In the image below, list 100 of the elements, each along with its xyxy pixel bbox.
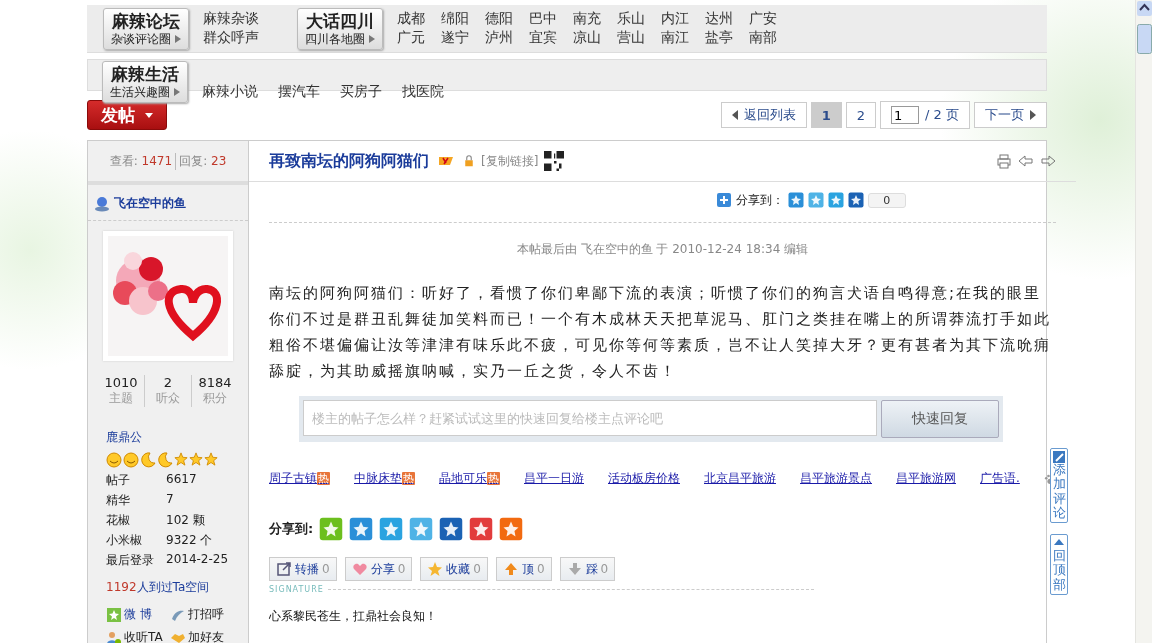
- profile-value: 2014-2-25: [166, 552, 230, 568]
- nav-link[interactable]: 凉山: [573, 28, 601, 48]
- page-button[interactable]: 1: [810, 102, 842, 128]
- ad-link[interactable]: 昌平旅游景点: [800, 470, 872, 487]
- forum-group-button[interactable]: 麻辣论坛 杂谈评论圈: [103, 7, 189, 50]
- stat-value: 1010: [104, 375, 138, 390]
- scroll-thumb[interactable]: [1137, 24, 1152, 54]
- caret-icon: [145, 112, 153, 118]
- nav-link[interactable]: 找医院: [402, 83, 444, 101]
- moon-icon: [140, 452, 156, 468]
- quick-reply-field[interactable]: 楼主的帖子怎么样？赶紧试试这里的快速回复给楼主点评论吧: [303, 400, 877, 436]
- signature-text: 心系黎民苍生，扛鼎社会良知！: [269, 608, 438, 625]
- ad-link[interactable]: 活动板房价格: [608, 470, 680, 487]
- space-visits-link[interactable]: 1192人到过Ta空间: [106, 579, 210, 596]
- post-action-button[interactable]: 踩 0: [559, 557, 616, 581]
- star-icon: [189, 452, 203, 466]
- profile-label: 最后登录: [106, 552, 155, 569]
- nav-link[interactable]: 成都: [397, 9, 425, 29]
- profile-value: 6617: [166, 472, 198, 488]
- nav-link[interactable]: 内江: [661, 9, 689, 29]
- ad-link[interactable]: 昌平一日游: [524, 470, 584, 487]
- share-label: 分享到:: [269, 520, 314, 538]
- forum-group-button[interactable]: 大话四川 四川各地圈: [297, 7, 383, 50]
- ad-link[interactable]: 中脉床垫热: [354, 470, 415, 487]
- page-number-field[interactable]: 1: [891, 106, 920, 124]
- nav-link[interactable]: 乐山: [617, 9, 645, 29]
- share-icon[interactable]: [349, 517, 374, 541]
- smiley-icon: [106, 452, 122, 468]
- next-page-button[interactable]: 下一页: [974, 102, 1047, 128]
- nav-link[interactable]: 达州: [705, 9, 733, 29]
- back-to-top-button[interactable]: 回顶部: [1050, 534, 1068, 595]
- nav-link[interactable]: 南充: [573, 9, 601, 29]
- right-triangle-icon: [1030, 110, 1036, 120]
- nav-link[interactable]: 巴中: [529, 9, 557, 29]
- share-icon[interactable]: [439, 517, 464, 541]
- nav-link[interactable]: 盐亭: [705, 28, 733, 48]
- nav-link[interactable]: 广安: [749, 9, 777, 29]
- profile-action-link[interactable]: 微 博: [124, 606, 152, 623]
- profile-action-link[interactable]: 打招呼: [188, 606, 224, 623]
- post-body: 南坛的阿狗阿猫们：听好了，看惯了你们卑鄙下流的表演；听惯了你们的狗言犬语自鸣得意;在我的眼里你们不过是群丑乱舞徒加笑料而已！一个有木成林天天把草泥马、肛门之类挂在嘴上的所谓莽流打手如此粗俗不堪偏偏让汝等津津有味乐此不疲，可见你等何等素质，岂不让人笑掉大牙？更有甚者为其下流吮痈舔腚，为其助威摇旗呐喊，实乃一丘之货，令人不齿！: [269, 283, 1052, 382]
- post-action-button[interactable]: 顶 0: [495, 557, 552, 581]
- share-icon[interactable]: [847, 192, 864, 208]
- quick-reply-button[interactable]: 快速回复: [881, 400, 999, 438]
- share-icon[interactable]: [469, 517, 494, 541]
- stat-label: 主题: [109, 390, 133, 407]
- nav-link[interactable]: 泸州: [485, 28, 513, 48]
- nav-link[interactable]: 绵阳: [441, 9, 469, 29]
- profile-value: 7: [166, 492, 175, 508]
- nav-link[interactable]: 南部: [749, 28, 777, 48]
- rank-link[interactable]: 鹿鼎公: [106, 429, 142, 446]
- username-link[interactable]: 飞在空中的鱼: [114, 195, 186, 212]
- share-icon[interactable]: [499, 517, 524, 541]
- ad-link[interactable]: 周子古镇热: [269, 470, 330, 487]
- previous-icon: [1017, 153, 1034, 169]
- post-action-button[interactable]: 收藏 0: [420, 557, 488, 581]
- next-icon: [1039, 153, 1056, 169]
- page-button[interactable]: 2: [845, 102, 877, 128]
- nav-link[interactable]: 群众呼声: [203, 28, 259, 48]
- nav-link[interactable]: 买房子: [340, 83, 382, 101]
- caret-icon: [174, 34, 181, 43]
- nav-link[interactable]: 遂宁: [441, 28, 469, 48]
- add-comment-button[interactable]: 添加评论: [1050, 448, 1068, 524]
- profile-action-link[interactable]: 收听TA: [124, 629, 163, 643]
- forum-group-button[interactable]: 麻辣生活 生活兴趣圈: [102, 61, 188, 103]
- ad-link[interactable]: 北京昌平旅游: [704, 470, 776, 487]
- caret-icon: [173, 88, 180, 96]
- copy-link[interactable]: [复制链接]: [481, 152, 539, 170]
- nav-link[interactable]: 德阳: [485, 9, 513, 29]
- nav-link[interactable]: 麻辣杂谈: [203, 9, 259, 29]
- ad-link[interactable]: 昌平旅游网: [896, 470, 956, 487]
- nav-link[interactable]: 广元: [397, 28, 425, 48]
- stat-label: 听众: [156, 390, 180, 407]
- replies-count: 回复: 23: [175, 152, 227, 170]
- stat-value: 2: [163, 375, 173, 390]
- down-arrow-icon: [566, 561, 583, 577]
- post-action-button[interactable]: 分享 0: [344, 557, 413, 581]
- scroll-up-icon[interactable]: [1137, 1, 1152, 16]
- nav-link[interactable]: 宜宾: [529, 28, 557, 48]
- heart-icon: [351, 561, 368, 577]
- nav-link[interactable]: 营山: [617, 28, 645, 48]
- plus-icon: [715, 192, 732, 208]
- share-icon[interactable]: [827, 192, 844, 208]
- pencil-icon: [1053, 451, 1065, 463]
- profile-label: 精华: [106, 492, 131, 509]
- profile-value: 102 颗: [166, 512, 206, 529]
- share-count: 0: [867, 192, 906, 208]
- post-button[interactable]: 发帖: [87, 100, 167, 130]
- scrollbar[interactable]: [1135, 0, 1152, 643]
- post-action-button[interactable]: 转播 0: [269, 557, 337, 581]
- ad-link[interactable]: 广告语.: [980, 470, 1020, 487]
- ad-link[interactable]: 晶地可乐热: [439, 470, 500, 487]
- nav-link[interactable]: 麻辣小说: [202, 83, 258, 101]
- nav-link[interactable]: 南江: [661, 28, 689, 48]
- profile-action-link[interactable]: 加好友: [188, 629, 224, 643]
- signature-label: SIGNATURE: [269, 585, 324, 594]
- share-icon[interactable]: [379, 517, 404, 541]
- back-to-list-button[interactable]: 返回列表: [720, 102, 807, 128]
- star-icon: [427, 561, 444, 577]
- share-icon[interactable]: [787, 192, 804, 208]
- nav-link[interactable]: 摆汽车: [278, 83, 320, 101]
